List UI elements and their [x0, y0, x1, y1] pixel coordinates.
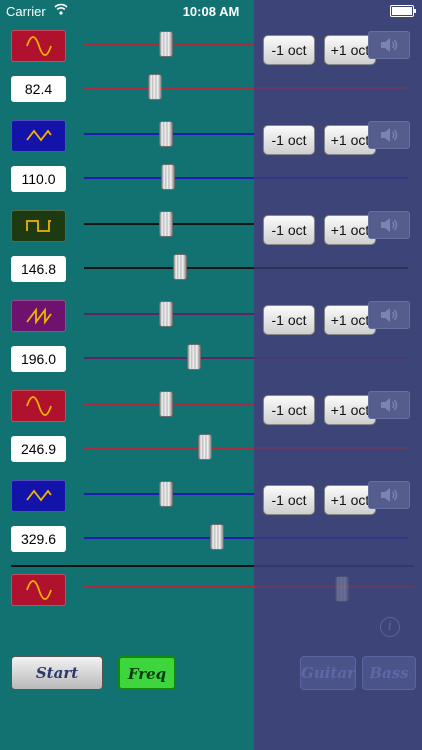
volume-slider-thumb[interactable] — [160, 212, 172, 236]
master-slider-track[interactable] — [84, 586, 414, 588]
frequency-slider-track-right[interactable] — [254, 537, 408, 539]
square-wave-icon — [25, 220, 51, 232]
frequency-value: 246.9 — [11, 436, 66, 462]
mute-button[interactable] — [368, 211, 410, 239]
volume-slider-thumb[interactable] — [160, 482, 172, 506]
volume-slider-thumb[interactable] — [160, 392, 172, 416]
waveform-button[interactable] — [11, 300, 66, 332]
speaker-icon — [381, 398, 398, 412]
octave-down-button[interactable]: -1 oct — [263, 215, 315, 245]
mute-button[interactable] — [368, 301, 410, 329]
waveform-button[interactable] — [11, 210, 66, 242]
info-icon[interactable]: i — [380, 617, 400, 637]
volume-slider-thumb[interactable] — [160, 122, 172, 146]
speaker-icon — [381, 128, 398, 142]
octave-down-button[interactable]: -1 oct — [263, 305, 315, 335]
freq-button[interactable]: Freq — [118, 656, 176, 690]
waveform-button[interactable] — [11, 120, 66, 152]
speaker-icon — [381, 488, 398, 502]
octave-down-button[interactable]: -1 oct — [263, 485, 315, 515]
frequency-slider-thumb[interactable] — [174, 255, 186, 279]
frequency-slider-thumb[interactable] — [162, 165, 174, 189]
frequency-slider-track[interactable] — [84, 537, 254, 539]
right-panel — [254, 0, 422, 750]
status-time: 10:08 AM — [182, 4, 240, 19]
triangle-wave-icon — [25, 129, 52, 142]
frequency-value: 110.0 — [11, 166, 66, 192]
volume-slider-thumb[interactable] — [160, 302, 172, 326]
waveform-button[interactable] — [11, 480, 66, 512]
frequency-slider-thumb[interactable] — [199, 435, 211, 459]
speaker-icon — [381, 38, 398, 52]
master-waveform-button[interactable] — [11, 574, 66, 606]
frequency-value: 146.8 — [11, 256, 66, 282]
octave-down-button[interactable]: -1 oct — [263, 125, 315, 155]
frequency-slider-thumb[interactable] — [211, 525, 223, 549]
mute-button[interactable] — [368, 481, 410, 509]
bass-button[interactable]: Bass — [362, 656, 416, 690]
sine-wave-icon — [25, 396, 52, 416]
mute-button[interactable] — [368, 391, 410, 419]
waveform-button[interactable] — [11, 390, 66, 422]
battery-icon — [390, 5, 416, 17]
volume-slider-thumb[interactable] — [160, 32, 172, 56]
sine-wave-icon — [25, 580, 52, 600]
frequency-value: 82.4 — [11, 76, 66, 102]
start-button[interactable]: Start — [11, 656, 103, 690]
speaker-icon — [381, 218, 398, 232]
status-bar: Carrier 10:08 AM — [0, 0, 422, 22]
master-divider — [11, 565, 254, 567]
left-panel — [0, 0, 254, 750]
octave-down-button[interactable]: -1 oct — [263, 35, 315, 65]
frequency-slider-thumb[interactable] — [149, 75, 161, 99]
frequency-slider-thumb[interactable] — [188, 345, 200, 369]
frequency-value: 196.0 — [11, 346, 66, 372]
waveform-button[interactable] — [11, 30, 66, 62]
octave-down-button[interactable]: -1 oct — [263, 395, 315, 425]
guitar-button[interactable]: Guitar — [300, 656, 356, 690]
frequency-slider-track-right[interactable] — [254, 447, 408, 449]
sawtooth-wave-icon — [25, 307, 52, 325]
mute-button[interactable] — [368, 31, 410, 59]
frequency-slider-track[interactable] — [84, 87, 254, 89]
triangle-wave-icon — [25, 489, 52, 502]
frequency-slider-track-right[interactable] — [254, 177, 408, 179]
sine-wave-icon — [25, 36, 52, 56]
master-slider-thumb[interactable] — [336, 577, 348, 601]
frequency-slider-track-right[interactable] — [254, 267, 408, 269]
master-divider-right — [254, 565, 414, 567]
frequency-value: 329.6 — [11, 526, 66, 552]
frequency-slider-track-right[interactable] — [254, 357, 408, 359]
frequency-slider-track[interactable] — [84, 267, 254, 269]
frequency-slider-track-right[interactable] — [254, 87, 408, 89]
speaker-icon — [381, 308, 398, 322]
mute-button[interactable] — [368, 121, 410, 149]
frequency-slider-track[interactable] — [84, 357, 254, 359]
frequency-slider-track[interactable] — [84, 447, 254, 449]
